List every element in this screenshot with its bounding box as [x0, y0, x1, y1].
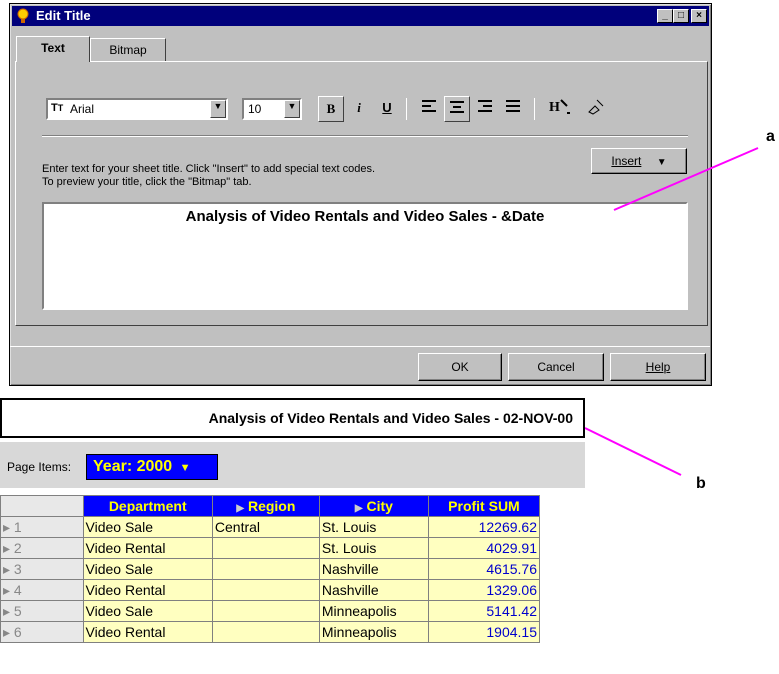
callout-label-b: b: [696, 475, 706, 492]
city-cell[interactable]: St. Louis: [318, 516, 429, 538]
department-cell[interactable]: Video Rental: [82, 579, 213, 601]
chevron-down-icon: ▼: [179, 462, 191, 474]
region-cell[interactable]: Central: [211, 516, 320, 538]
triangle-right-icon: ▶: [354, 503, 363, 514]
row-number[interactable]: ▸ 5: [0, 600, 84, 622]
row-number-label: 1: [13, 518, 22, 535]
region-header-label: Region: [247, 498, 296, 514]
table-row[interactable]: ▸ 5 Video Sale Minneapolis 5141.42: [0, 600, 541, 622]
page-items-label: Page Items:: [7, 460, 72, 474]
profit-cell[interactable]: 4615.76: [427, 558, 541, 580]
row-number[interactable]: ▸ 1: [0, 516, 84, 538]
region-cell[interactable]: [211, 537, 320, 559]
column-header-region[interactable]: ▶ Region: [211, 495, 320, 517]
department-cell[interactable]: Video Rental: [82, 537, 213, 559]
table-row[interactable]: ▸ 1 Video Sale Central St. Louis 12269.62: [0, 516, 541, 538]
city-cell[interactable]: Nashville: [318, 579, 429, 601]
profit-cell[interactable]: 12269.62: [427, 516, 541, 538]
column-header-department[interactable]: Department: [82, 495, 213, 517]
profit-cell[interactable]: 1329.06: [427, 579, 541, 601]
department-cell[interactable]: Video Sale: [82, 600, 213, 622]
table-row[interactable]: ▸ 4 Video Rental Nashville 1329.06: [0, 579, 541, 601]
row-number[interactable]: ▸ 3: [0, 558, 84, 580]
row-number[interactable]: ▸ 4: [0, 579, 84, 601]
page-items-bar: Page Items: Year: 2000 ▼: [0, 442, 585, 488]
row-number-label: 5: [13, 602, 22, 619]
column-header-profit-sum[interactable]: Profit SUM: [427, 495, 541, 517]
row-number[interactable]: ▸ 6: [0, 621, 84, 643]
profit-cell[interactable]: 5141.42: [427, 600, 541, 622]
corner-cell: [0, 495, 84, 517]
row-number-label: 4: [13, 581, 22, 598]
region-cell[interactable]: [211, 621, 320, 643]
table-row[interactable]: ▸ 6 Video Rental Minneapolis 1904.15: [0, 621, 541, 643]
results-table: Department ▶ Region ▶ City Profit SUM ▸ …: [0, 495, 541, 643]
region-cell[interactable]: [211, 600, 320, 622]
row-expand-icon[interactable]: ▸: [3, 540, 14, 556]
year-page-item-value: Year: 2000: [93, 458, 173, 475]
row-expand-icon[interactable]: ▸: [3, 519, 14, 535]
row-expand-icon[interactable]: ▸: [3, 603, 14, 619]
tab-text[interactable]: Text: [16, 36, 90, 62]
table-header-row: Department ▶ Region ▶ City Profit SUM: [0, 495, 541, 517]
callout-line-b: [584, 427, 682, 476]
sheet-title: Analysis of Video Rentals and Video Sale…: [208, 410, 573, 426]
city-cell[interactable]: Minneapolis: [318, 621, 429, 643]
row-expand-icon[interactable]: ▸: [3, 561, 14, 577]
department-cell[interactable]: Video Sale: [82, 558, 213, 580]
tab-text-label: Text: [41, 41, 65, 55]
city-cell[interactable]: St. Louis: [318, 537, 429, 559]
profit-cell[interactable]: 4029.91: [427, 537, 541, 559]
region-cell[interactable]: [211, 579, 320, 601]
city-cell[interactable]: Nashville: [318, 558, 429, 580]
table-row[interactable]: ▸ 3 Video Sale Nashville 4615.76: [0, 558, 541, 580]
row-number-label: 3: [13, 560, 22, 577]
callout-label-a: a: [766, 128, 775, 145]
department-cell[interactable]: Video Sale: [82, 516, 213, 538]
region-cell[interactable]: [211, 558, 320, 580]
sheet-title-box: Analysis of Video Rentals and Video Sale…: [0, 398, 585, 438]
callout-line-a: [613, 147, 759, 211]
year-page-item-dropdown[interactable]: Year: 2000 ▼: [86, 454, 218, 480]
row-number-label: 2: [13, 539, 22, 556]
row-expand-icon[interactable]: ▸: [3, 582, 14, 598]
table-row[interactable]: ▸ 2 Video Rental St. Louis 4029.91: [0, 537, 541, 559]
profit-cell[interactable]: 1904.15: [427, 621, 541, 643]
column-header-city[interactable]: ▶ City: [318, 495, 429, 517]
city-header-label: City: [366, 498, 393, 514]
row-number[interactable]: ▸ 2: [0, 537, 84, 559]
department-cell[interactable]: Video Rental: [82, 621, 213, 643]
city-cell[interactable]: Minneapolis: [318, 600, 429, 622]
triangle-right-icon: ▶: [236, 503, 245, 514]
row-number-label: 6: [13, 623, 22, 640]
row-expand-icon[interactable]: ▸: [3, 624, 14, 640]
